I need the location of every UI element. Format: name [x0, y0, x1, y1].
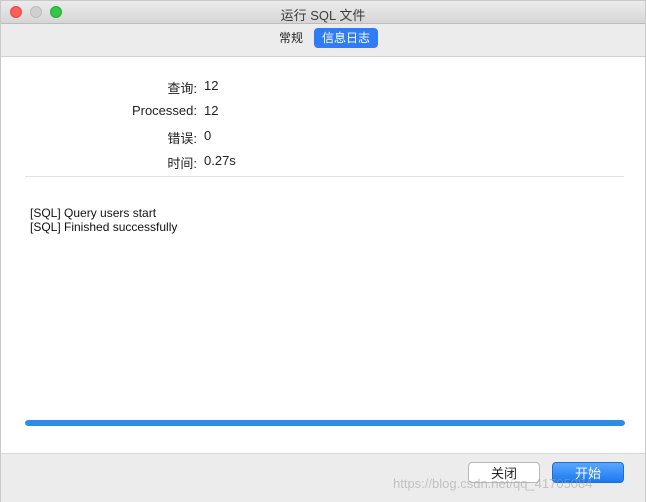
- log-line: [SQL] Finished successfully: [30, 220, 178, 234]
- watermark: https://blog.csdn.net/qq_41705084: [393, 476, 593, 491]
- stat-label: 错误:: [167, 131, 197, 146]
- divider: [25, 176, 624, 177]
- stat-row-time: 时间: 0.27s: [1, 153, 645, 171]
- stat-row-processed: Processed: 12: [1, 103, 645, 121]
- stat-value: 12: [204, 78, 219, 93]
- tab-info-log[interactable]: 信息日志: [314, 28, 379, 48]
- info-log-panel: 查询: 12 Processed: 12 错误: 0 时间: 0.27s [SQ…: [1, 57, 645, 453]
- stat-value: 0: [204, 128, 212, 143]
- stat-label: Processed:: [131, 103, 197, 118]
- tab-bar: 常规 信息日志: [1, 24, 645, 57]
- progress-fill: [25, 420, 625, 426]
- title-bar: 运行 SQL 文件: [1, 1, 645, 24]
- tab-general[interactable]: 常规: [271, 28, 311, 48]
- log-line: [SQL] Query users start: [30, 206, 157, 220]
- progress-bar: [25, 420, 625, 426]
- message-log: [SQL] Query users start [SQL] Finished s…: [30, 206, 177, 234]
- stat-value: 0.27s: [204, 153, 236, 168]
- run-sql-file-window: 运行 SQL 文件 常规 信息日志 查询: 12 Processed: 12 错…: [0, 0, 646, 502]
- stat-label: 查询:: [167, 81, 197, 96]
- stat-row-queries: 查询: 12: [1, 78, 645, 96]
- window-title: 运行 SQL 文件: [280, 8, 366, 23]
- stat-row-errors: 错误: 0: [1, 128, 645, 146]
- stat-value: 12: [204, 103, 219, 118]
- stat-label: 时间:: [167, 156, 197, 171]
